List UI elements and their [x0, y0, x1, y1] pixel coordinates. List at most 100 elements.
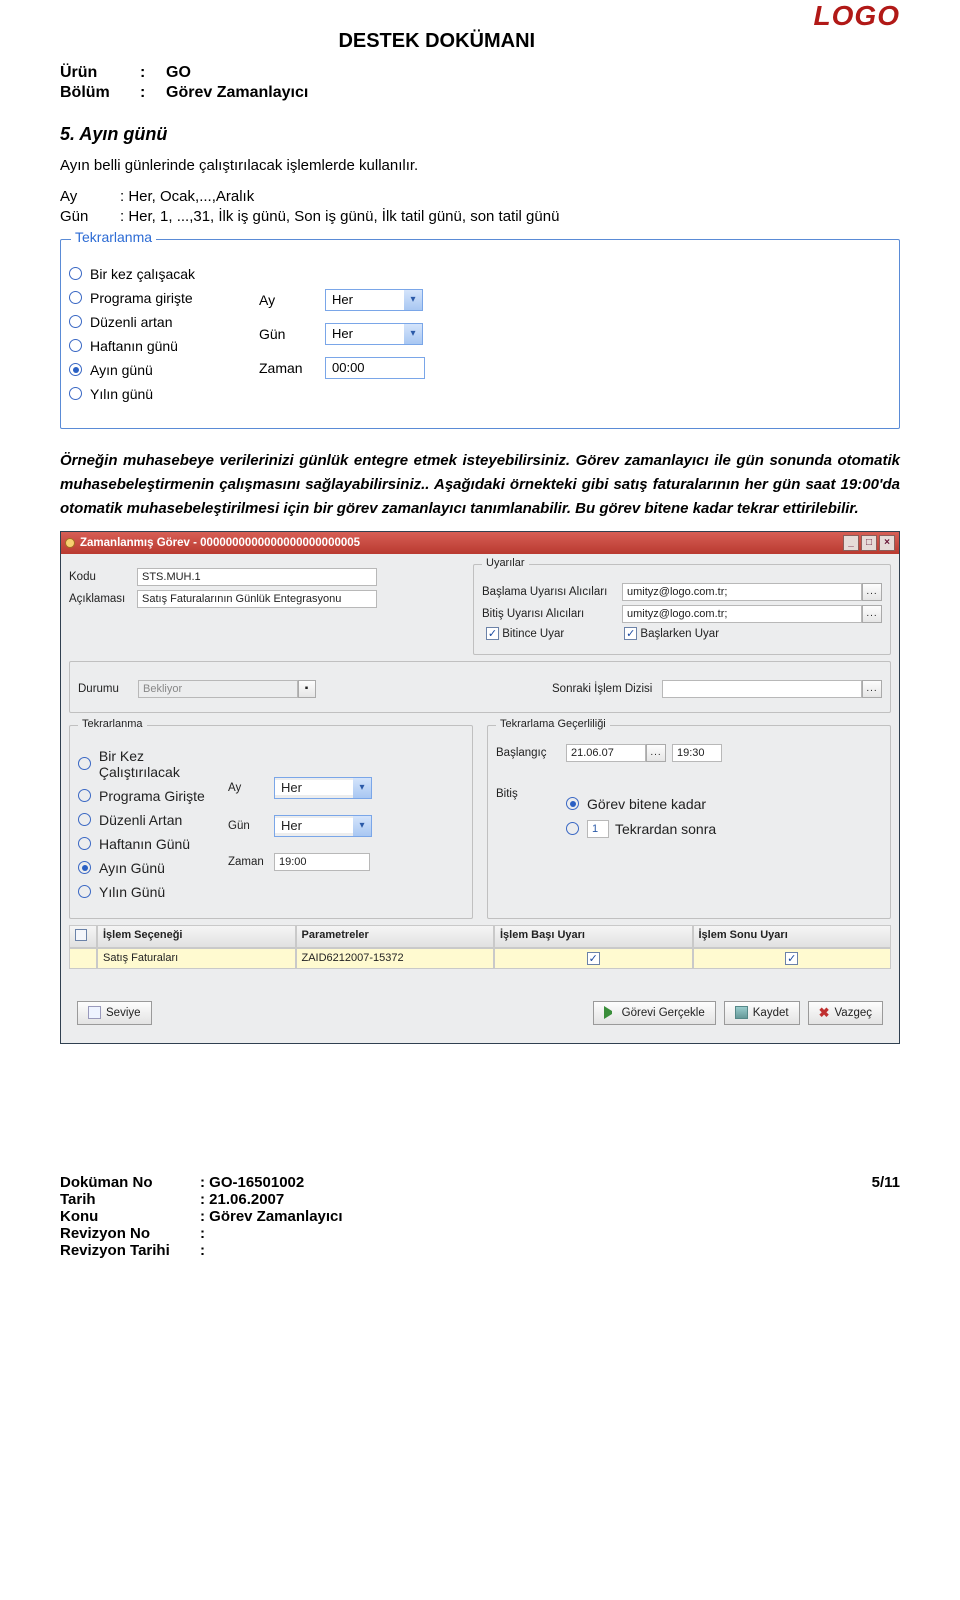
uyar-legend: Uyarılar	[482, 557, 529, 569]
ay-select[interactable]: Her ▾	[325, 289, 423, 311]
sonraki-label: Sonraki İşlem Dizisi	[552, 683, 662, 695]
radio-ayin[interactable]	[69, 363, 82, 376]
basla-input[interactable]: umityz@logo.com.tr;	[622, 583, 862, 601]
radio-hafta[interactable]	[69, 339, 82, 352]
gercekle-button[interactable]: Görevi Gerçekle	[593, 1001, 716, 1025]
chevron-down-icon: ▾	[404, 324, 422, 344]
tay-select[interactable]: Her▾	[274, 777, 372, 799]
zaman-input[interactable]: 00:00	[325, 357, 425, 379]
radio-programa[interactable]	[69, 291, 82, 304]
section-heading: 5. Ayın günü	[60, 124, 900, 145]
gun-select-value: Her	[326, 326, 404, 341]
seviye-button[interactable]: Seviye	[77, 1001, 152, 1025]
foot-tarih-v: : 21.06.2007	[200, 1191, 284, 1208]
def-ay-v: : Her, Ocak,...,Aralık	[120, 188, 254, 205]
cancel-icon: ✖	[819, 1005, 830, 1021]
kodu-label: Kodu	[69, 571, 137, 583]
win-tek-legend: Tekrarlanma	[78, 718, 147, 730]
bas-time-input[interactable]: 19:30	[672, 744, 722, 762]
ay-label: Ay	[259, 292, 325, 308]
baslarken-checkbox[interactable]	[624, 627, 637, 640]
vazgec-button[interactable]: ✖Vazgeç	[808, 1001, 883, 1025]
close-button[interactable]: ×	[879, 535, 895, 551]
tgun-label: Gün	[228, 820, 274, 832]
bit-label: Bitiş	[496, 788, 566, 800]
radio-birkez[interactable]	[69, 267, 82, 280]
row-sonu-checkbox[interactable]	[785, 952, 798, 965]
basla-browse-button[interactable]: ...	[862, 583, 882, 601]
durumu-button[interactable]: ▪	[298, 680, 316, 698]
th-basi: İşlem Başı Uyarı	[494, 925, 693, 948]
opt-tekrar[interactable]	[566, 822, 579, 835]
foot-tarih-k: Tarih	[60, 1191, 200, 1208]
bas-date-button[interactable]: ...	[646, 744, 666, 762]
opt-gorev[interactable]	[566, 797, 579, 810]
example-paragraph: Örneğin muhasebeye verilerinizi günlük e…	[60, 449, 900, 521]
sonraki-browse-button[interactable]: ...	[862, 680, 882, 698]
radio-hafta-label: Haftanın günü	[90, 338, 178, 354]
urun-key: Ürün	[60, 64, 140, 82]
def-grid: Ay : Her, Ocak,...,Aralık Gün : Her, 1, …	[60, 188, 900, 225]
baslarken-label: Başlarken Uyar	[640, 628, 719, 640]
radio-duzenli[interactable]	[69, 315, 82, 328]
level-icon	[88, 1006, 101, 1019]
th-param: Parametreler	[296, 925, 495, 948]
bitince-checkbox[interactable]	[486, 627, 499, 640]
bas-label: Başlangıç	[496, 747, 566, 759]
td-param: ZAID6212007-15372	[296, 948, 495, 969]
bas-date-input[interactable]: 21.06.07	[566, 744, 646, 762]
radio-yilin[interactable]	[69, 387, 82, 400]
gun-label: Gün	[259, 326, 325, 342]
bolum-key: Bölüm	[60, 84, 140, 102]
gec-legend: Tekrarlama Geçerliliği	[496, 718, 610, 730]
acik-input[interactable]: Satış Faturalarının Günlük Entegrasyonu	[137, 590, 377, 608]
bitis-browse-button[interactable]: ...	[862, 605, 882, 623]
tekrar-count-input[interactable]: 1	[587, 820, 609, 838]
kodu-input[interactable]: STS.MUH.1	[137, 568, 377, 586]
page-number: 5/11	[872, 1174, 900, 1259]
td-islem: Satış Faturaları	[97, 948, 296, 969]
tz-input[interactable]: 19:00	[274, 853, 370, 871]
wr-programa[interactable]	[78, 789, 91, 802]
window-title: Zamanlanmış Görev - 00000000000000000000…	[80, 537, 360, 549]
wr-ayin[interactable]	[78, 861, 91, 874]
bolum-val: Görev Zamanlayıcı	[166, 84, 308, 102]
chevron-down-icon: ▾	[353, 816, 371, 836]
kaydet-button[interactable]: Kaydet	[724, 1001, 800, 1025]
logo: LOGO	[814, 0, 900, 32]
tekrarlanma-legend: Tekrarlanma	[71, 229, 156, 245]
th-sonu: İşlem Sonu Uyarı	[693, 925, 892, 948]
bitince-label: Bitince Uyar	[502, 628, 564, 640]
maximize-button[interactable]: □	[861, 535, 877, 551]
foot-revno-v: :	[200, 1225, 205, 1242]
window-icon	[65, 538, 75, 548]
titlebar[interactable]: Zamanlanmış Görev - 00000000000000000000…	[61, 532, 899, 554]
bitis-input[interactable]: umityz@logo.com.tr;	[622, 605, 862, 623]
tekrarlanma-fieldset: Tekrarlanma Bir kez çalışacak Programa g…	[60, 239, 900, 429]
foot-revt-k: Revizyon Tarihi	[60, 1242, 200, 1259]
urun-val: GO	[166, 64, 191, 82]
row-basi-checkbox[interactable]	[587, 952, 600, 965]
foot-dokno-v: : GO-16501002	[200, 1174, 304, 1191]
radio-programa-label: Programa girişte	[90, 290, 193, 306]
section-desc: Ayın belli günlerinde çalıştırılacak işl…	[60, 155, 900, 178]
tay-label: Ay	[228, 782, 274, 794]
foot-revno-k: Revizyon No	[60, 1225, 200, 1242]
sonraki-input[interactable]	[662, 680, 862, 698]
durumu-label: Durumu	[78, 683, 138, 695]
wr-hafta[interactable]	[78, 837, 91, 850]
play-icon	[604, 1006, 617, 1019]
wr-birkez[interactable]	[78, 757, 91, 770]
header-checkbox[interactable]	[75, 929, 87, 941]
minimize-button[interactable]: _	[843, 535, 859, 551]
radio-ayin-label: Ayın günü	[90, 362, 153, 378]
wr-duzenli[interactable]	[78, 813, 91, 826]
gun-select[interactable]: Her ▾	[325, 323, 423, 345]
durumu-input: Bekliyor	[138, 680, 298, 698]
bitis-label: Bitiş Uyarısı Alıcıları	[482, 608, 622, 620]
foot-revt-v: :	[200, 1242, 205, 1259]
wr-yilin[interactable]	[78, 885, 91, 898]
tgun-select[interactable]: Her▾	[274, 815, 372, 837]
th-islem: İşlem Seçeneği	[97, 925, 296, 948]
save-icon	[735, 1006, 748, 1019]
